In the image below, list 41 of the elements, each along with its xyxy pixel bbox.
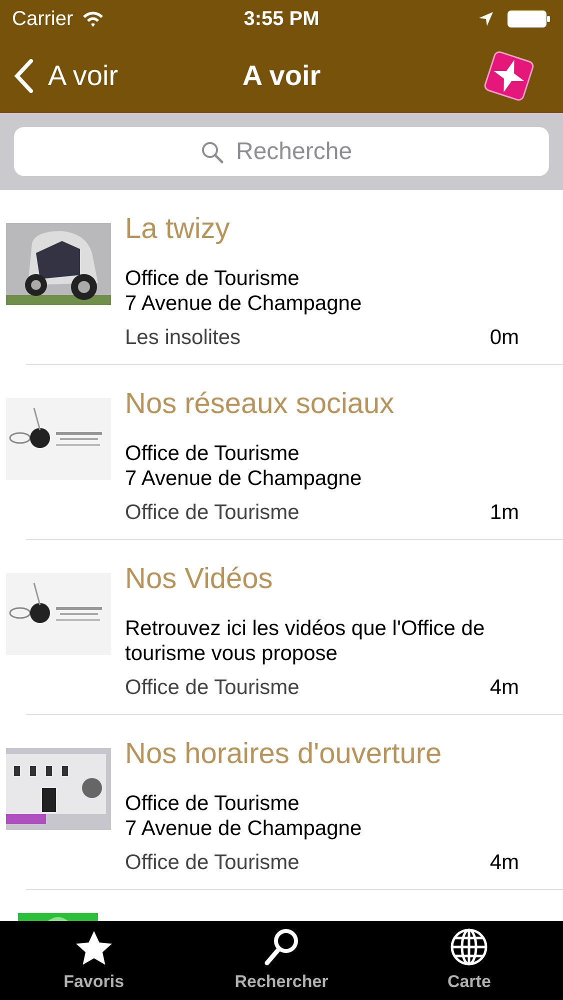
item-title: La twizy [125, 212, 231, 246]
location-arrow-icon [479, 12, 493, 26]
tab-button[interactable]: Carte [375, 921, 563, 1000]
chevron-left-icon [14, 58, 34, 92]
item-description: Office de Tourisme [125, 441, 300, 466]
item-description: Office de Tourisme [125, 266, 300, 291]
item-distance: 4m [490, 676, 519, 700]
globe-icon [450, 928, 488, 966]
nav-title: A voir [242, 60, 321, 92]
star-icon [74, 930, 113, 966]
back-label: A voir [48, 60, 118, 92]
item-distance: 4m [490, 851, 519, 875]
list-item[interactable]: Nos Vidéos Retrouvez ici les vidéos que l'Office de tourisme vous propose Office de Tourisme 4m [0, 540, 563, 715]
carrier-label: Carrier [12, 8, 74, 30]
item-description: Office de Tourisme [125, 791, 300, 816]
item-description: 7 Avenue de Champagne [125, 816, 363, 841]
item-distance: 0m [490, 326, 519, 350]
battery-icon [507, 10, 551, 28]
list-item[interactable]: Nos réseaux sociaux Office de Tourisme 7 Avenue de Champagne Office de Tourisme 1m [0, 365, 563, 540]
item-category: Office de Tourisme [125, 501, 300, 525]
search-icon [200, 140, 224, 164]
item-description: Retrouvez ici les vidéos que l'Office de tourisme vous propose [125, 616, 486, 666]
item-category: Les insolites [125, 326, 241, 350]
search-field[interactable]: Recherche [234, 136, 363, 166]
item-category: Office de Tourisme [125, 676, 300, 700]
item-distance: 1m [490, 501, 519, 525]
tab-button[interactable]: Rechercher [188, 921, 376, 1000]
list-item[interactable]: La twizy Office de Tourisme 7 Avenue de Champagne Les insolites 0m [0, 190, 563, 365]
item-description: 7 Avenue de Champagne [125, 291, 363, 316]
list-item[interactable]: Nos horaires d'ouverture Office de Tourisme 7 Avenue de Champagne Office de Tourisme 4m [0, 715, 563, 890]
search-icon [264, 928, 300, 966]
back-button[interactable]: A voir [14, 58, 118, 92]
search-bar[interactable]: Recherche [14, 127, 549, 176]
tab-button[interactable]: Favoris [0, 921, 188, 1000]
item-category: Office de Tourisme [125, 851, 300, 875]
status-time: 3:55 PM [244, 8, 320, 30]
item-title: Nos horaires d'ouverture [125, 737, 443, 771]
item-title: Nos Vidéos [125, 562, 274, 596]
wifi-icon [81, 10, 106, 28]
item-title: Nos réseaux sociaux [125, 387, 396, 421]
item-description: 7 Avenue de Champagne [125, 466, 363, 491]
